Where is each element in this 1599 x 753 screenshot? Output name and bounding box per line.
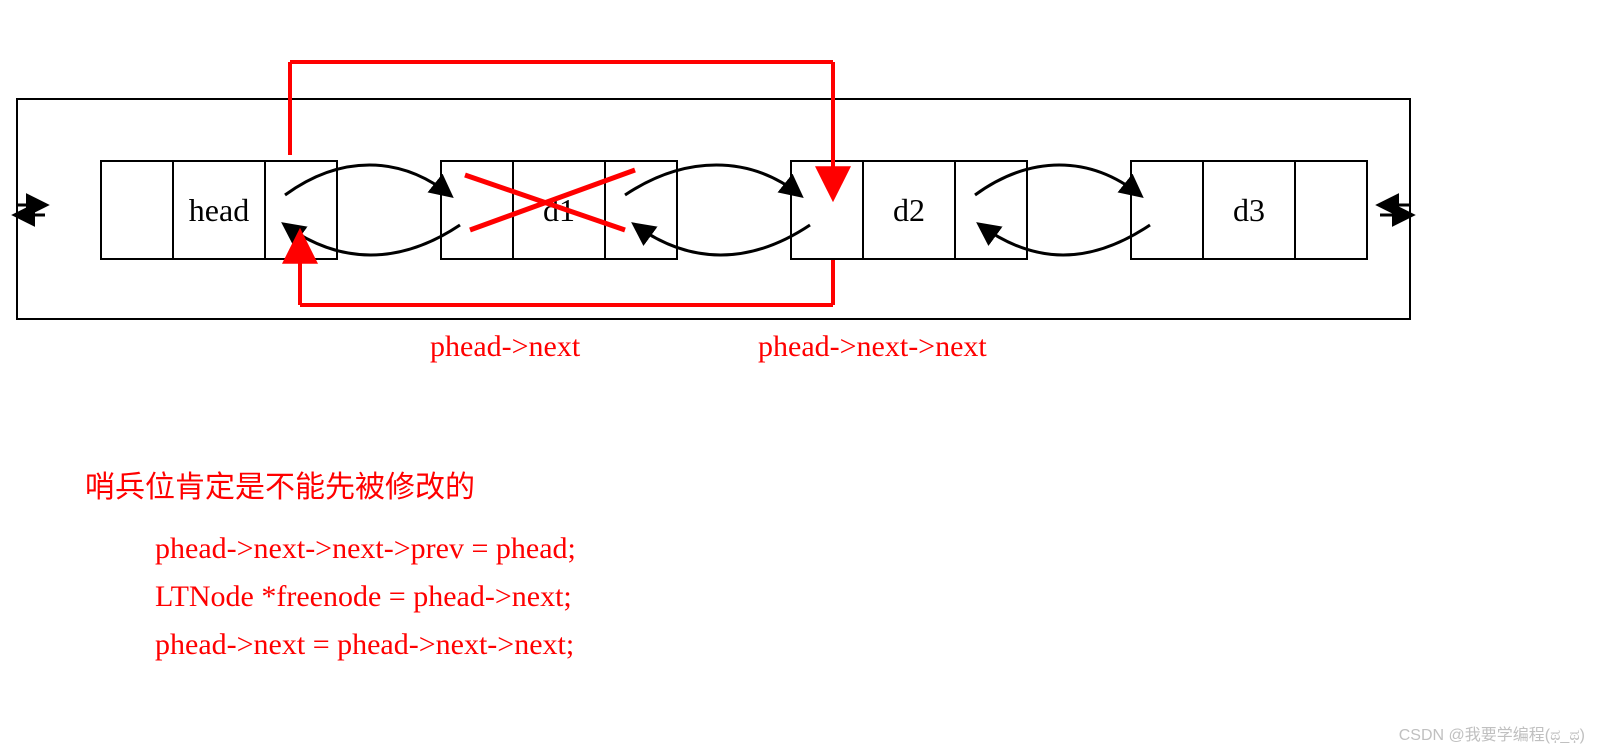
node-head-label: head xyxy=(174,162,266,258)
explanation-heading: 哨兵位肯定是不能先被修改的 xyxy=(85,462,475,506)
node-d3-label: d3 xyxy=(1204,162,1296,258)
node-d1: d1 xyxy=(440,160,678,260)
label-phead-next: phead->next xyxy=(430,330,580,364)
node-head: head xyxy=(100,160,338,260)
node-head-next xyxy=(266,162,336,258)
node-d2-label: d2 xyxy=(864,162,956,258)
code-line-1: phead->next->next->prev = phead; xyxy=(155,532,576,566)
node-d2: d2 xyxy=(790,160,1028,260)
node-d1-next xyxy=(606,162,676,258)
node-d1-label: d1 xyxy=(514,162,606,258)
node-d3-prev xyxy=(1132,162,1204,258)
node-d3: d3 xyxy=(1130,160,1368,260)
node-d2-prev xyxy=(792,162,864,258)
node-head-prev xyxy=(102,162,174,258)
label-phead-next-next: phead->next->next xyxy=(758,330,987,364)
node-d1-prev xyxy=(442,162,514,258)
node-d3-next xyxy=(1296,162,1366,258)
watermark: CSDN @我要学编程(ಥ_ಥ) xyxy=(1399,721,1585,745)
node-d2-next xyxy=(956,162,1026,258)
code-line-3: phead->next = phead->next->next; xyxy=(155,628,574,662)
code-line-2: LTNode *freenode = phead->next; xyxy=(155,580,572,614)
